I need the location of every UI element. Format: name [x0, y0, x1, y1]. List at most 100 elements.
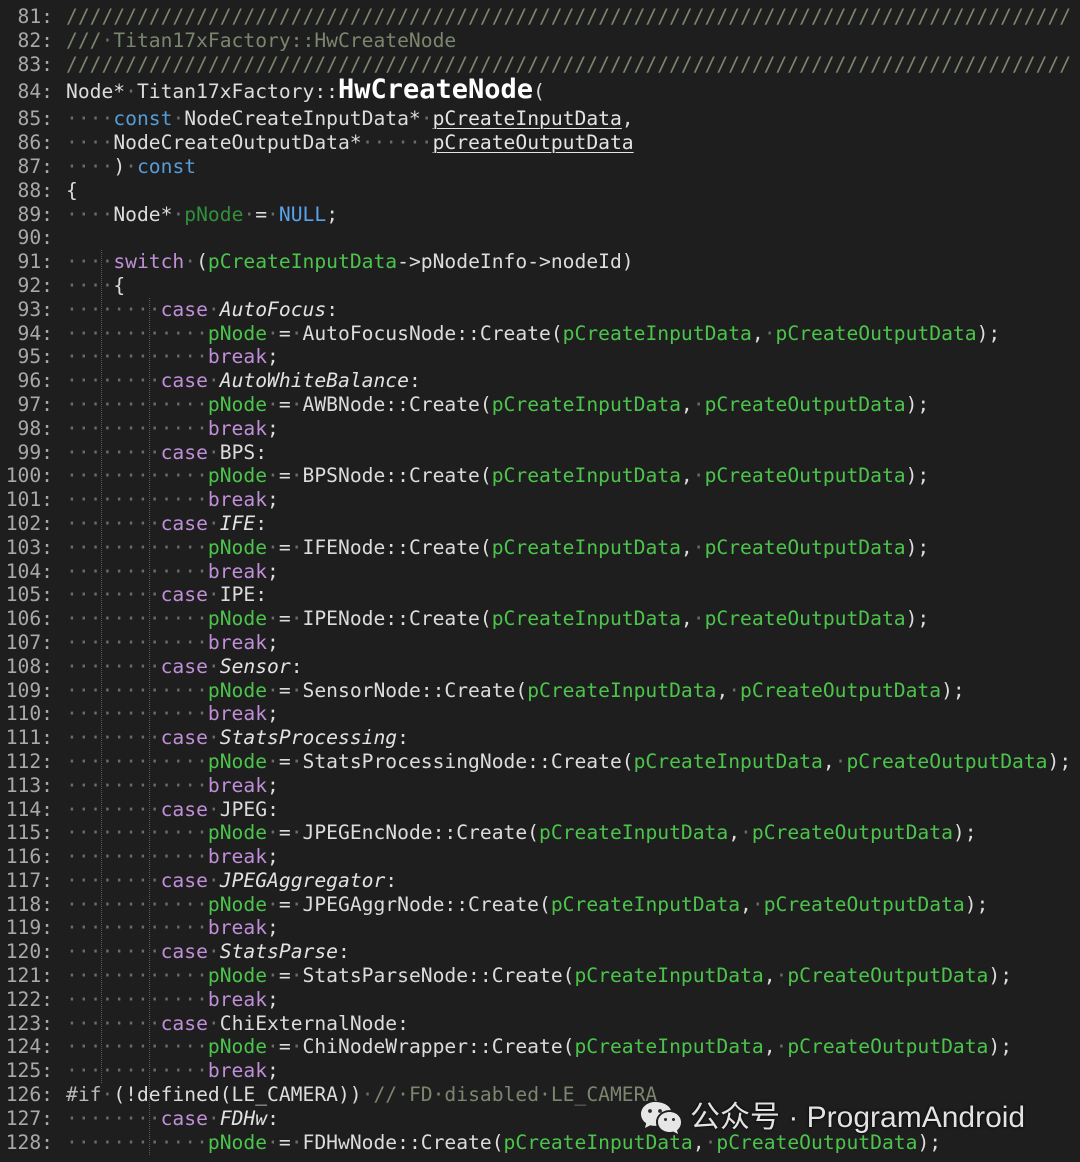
code-line[interactable]: 109: ············pNode·=·SensorNode::Crea… — [0, 679, 1080, 703]
whitespace-marker: · — [834, 749, 847, 773]
code-line[interactable]: 111: ········case·StatsProcessing: — [0, 726, 1080, 750]
parameter-ref: pCreateOutputData — [763, 892, 965, 916]
control-keyword: case — [160, 511, 208, 535]
control-keyword: break — [207, 845, 268, 869]
keyword-token: const — [136, 154, 197, 178]
line-code: ········case·BPS: — [66, 441, 267, 464]
code-line[interactable]: 83: /////////////////////////////////////… — [0, 53, 1080, 77]
whitespace-marker: · — [184, 250, 197, 274]
whitespace-marker: ········ — [66, 297, 161, 321]
wechat-icon — [641, 1102, 681, 1134]
line-number: 86: — [17, 131, 53, 155]
code-text: ) — [113, 154, 126, 178]
whitespace-marker: · — [290, 1130, 303, 1154]
code-line[interactable]: 118: ············pNode·=·JPEGAggrNode::Cr… — [0, 893, 1080, 917]
code-line[interactable]: 87: ····)·const — [0, 155, 1080, 179]
code-text: = — [278, 892, 291, 916]
code-line[interactable]: 110: ············break; — [0, 702, 1080, 726]
code-line[interactable]: 122: ············break; — [0, 988, 1080, 1012]
code-line[interactable]: 94: ············pNode·=·AutoFocusNode::Cr… — [0, 322, 1080, 346]
code-line[interactable]: 95: ············break; — [0, 345, 1080, 369]
function-name: HwCreateNode — [337, 74, 534, 106]
code-line[interactable]: 112: ············pNode·=·StatsProcessingN… — [0, 750, 1080, 774]
code-text: = — [278, 607, 291, 631]
code-text: , — [680, 535, 693, 559]
code-text: Node* — [113, 202, 173, 226]
code-text: ; — [267, 773, 279, 797]
code-line[interactable]: 102: ········case·IFE: — [0, 512, 1080, 536]
parameter-ref: pNode — [207, 321, 268, 345]
line-number: 123: — [5, 1011, 53, 1035]
code-line[interactable]: 98: ············break; — [0, 417, 1080, 441]
code-line[interactable]: 120: ········case·StatsParse: — [0, 940, 1080, 964]
code-line[interactable]: 99: ········case·BPS: — [0, 441, 1080, 465]
parameter-ref: pNode — [207, 821, 268, 845]
parameter-ref: pCreateInputData — [491, 392, 681, 416]
code-line[interactable]: 84: Node*·Titan17xFactory::HwCreateNode( — [0, 76, 1080, 107]
code-line[interactable]: 117: ········case·JPEGAggregator: — [0, 869, 1080, 893]
whitespace-marker: · — [290, 607, 303, 631]
code-line[interactable]: 82: ///·Titan17xFactory::HwCreateNode — [0, 29, 1080, 53]
code-text: , — [740, 892, 752, 916]
code-line[interactable]: 104: ············break; — [0, 560, 1080, 584]
control-keyword: case — [160, 440, 208, 464]
code-line[interactable]: 121: ············pNode·=·StatsParseNode::… — [0, 964, 1080, 988]
parameter-ref: pCreateOutputData — [704, 535, 906, 559]
code-text: ; — [267, 987, 279, 1011]
code-line[interactable]: 119: ············break; — [0, 916, 1080, 940]
parameter-ref: pNode — [207, 535, 268, 559]
code-line[interactable]: 93: ········case·AutoFocus: — [0, 298, 1080, 322]
line-number: 109: — [5, 678, 53, 702]
code-line[interactable]: 105: ········case·IPE: — [0, 583, 1080, 607]
code-line[interactable]: 113: ············break; — [0, 774, 1080, 798]
parameter-ref: pNode — [207, 1130, 268, 1154]
line-number: 84: — [17, 80, 53, 104]
code-line[interactable]: 106: ············pNode·=·IPENode::Create(… — [0, 607, 1080, 631]
whitespace-marker: · — [267, 321, 279, 345]
code-line[interactable]: 96: ········case·AutoWhiteBalance: — [0, 369, 1080, 393]
whitespace-marker: ········ — [66, 868, 161, 892]
code-text: IPE — [219, 583, 256, 607]
line-code: ////////////////////////////////////////… — [66, 5, 1071, 28]
code-line[interactable]: 97: ············pNode·=·AWBNode::Create(p… — [0, 393, 1080, 417]
null-literal: NULL — [278, 202, 327, 226]
code-line[interactable]: 116: ············break; — [0, 845, 1080, 869]
code-line[interactable]: 88: { — [0, 179, 1080, 203]
line-number: 121: — [5, 964, 53, 988]
code-editor[interactable]: 81: /////////////////////////////////////… — [0, 5, 1080, 1162]
code-line[interactable]: 125: ············break; — [0, 1059, 1080, 1083]
code-line[interactable]: 103: ············pNode·=·IFENode::Create(… — [0, 536, 1080, 560]
control-keyword: break — [207, 987, 268, 1011]
whitespace-marker: ············ — [66, 345, 208, 369]
code-line[interactable]: 86: ····NodeCreateOutputData*······pCreat… — [0, 131, 1080, 155]
enum-constant: AutoFocus — [219, 297, 327, 321]
code-text: ); — [905, 535, 930, 559]
line-code: ········case·StatsProcessing: — [66, 726, 409, 749]
code-line[interactable]: 115: ············pNode·=·JPEGEncNode::Cre… — [0, 821, 1080, 845]
code-text: ); — [988, 1035, 1013, 1059]
code-line[interactable]: 91: ····switch·(pCreateInputData->pNodeIn… — [0, 250, 1080, 274]
control-keyword: break — [207, 702, 268, 726]
whitespace-marker: ········ — [66, 440, 161, 464]
code-text: = — [278, 535, 291, 559]
code-line[interactable]: 81: /////////////////////////////////////… — [0, 5, 1080, 29]
code-line[interactable]: 114: ········case·JPEG: — [0, 798, 1080, 822]
whitespace-marker: · — [207, 297, 220, 321]
line-number: 97: — [17, 392, 53, 416]
parameter-ref: pNode — [207, 607, 268, 631]
whitespace-marker: · — [775, 964, 788, 988]
watermark-text: 公众号 · ProgramAndroid — [690, 1101, 1026, 1134]
whitespace-marker: ···· — [66, 131, 114, 155]
code-line[interactable]: 108: ········case·Sensor: — [0, 655, 1080, 679]
code-line[interactable]: 123: ········case·ChiExternalNode: — [0, 1012, 1080, 1036]
code-text: : — [290, 654, 303, 678]
code-line[interactable]: 107: ············break; — [0, 631, 1080, 655]
code-line[interactable]: 92: ····{ — [0, 274, 1080, 298]
code-line[interactable]: 100: ············pNode·=·BPSNode::Create(… — [0, 464, 1080, 488]
code-line[interactable]: 89: ····Node*·pNode·=·NULL; — [0, 203, 1080, 227]
code-line[interactable]: 90: — [0, 226, 1080, 250]
parameter-ref: pCreateInputData — [539, 821, 729, 845]
code-line[interactable]: 101: ············break; — [0, 488, 1080, 512]
code-line[interactable]: 124: ············pNode·=·ChiNodeWrapper::… — [0, 1035, 1080, 1059]
code-line[interactable]: 85: ····const·NodeCreateInputData*·pCreat… — [0, 107, 1080, 131]
